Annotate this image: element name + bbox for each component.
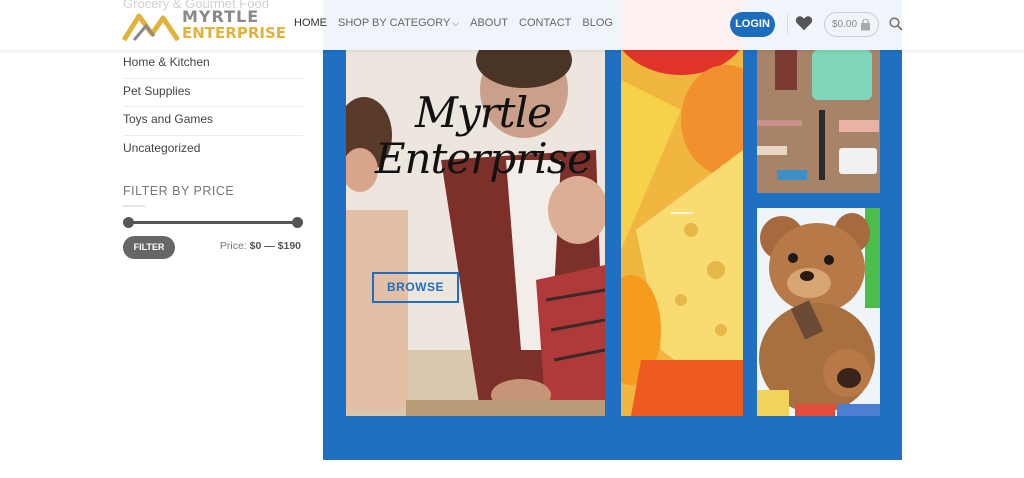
- browse-button[interactable]: BROWSE: [372, 272, 459, 303]
- price-range-label: Price: $0 — $190: [220, 240, 301, 252]
- sidebar-item-home-kitchen[interactable]: Home & Kitchen: [123, 50, 303, 79]
- cart-total: $0.00: [832, 19, 858, 30]
- shop-sidebar: Home & Kitchen Pet Supplies Toys and Gam…: [123, 50, 303, 260]
- sidebar-item-pet-supplies[interactable]: Pet Supplies: [123, 79, 303, 107]
- main-nav: HOME SHOP BY CATEGORY ⌵ ABOUT CONTACT BLO…: [294, 17, 613, 29]
- search-icon[interactable]: [889, 17, 903, 31]
- nav-contact[interactable]: CONTACT: [519, 17, 571, 29]
- hero-banner: Myrtle Enterprise BROWSE: [323, 0, 902, 460]
- food-cheese-image: [621, 0, 743, 416]
- nav-blog[interactable]: BLOG: [582, 17, 613, 29]
- logo-line-1: MYRTLE: [182, 7, 260, 26]
- slider-min-handle[interactable]: [123, 217, 134, 228]
- teddy-bear-image: [757, 208, 880, 416]
- wishlist-heart-icon[interactable]: [795, 15, 813, 31]
- filter-by-price-heading: FILTER BY PRICE: [123, 184, 235, 198]
- cosmetics-image: [757, 50, 880, 193]
- hero-title-line-1: Myrtle: [415, 88, 552, 137]
- sidebar-item-grocery-faded[interactable]: Grocery & Gourmet Food: [123, 0, 269, 11]
- nav-shop-by-category[interactable]: SHOP BY CATEGORY ⌵: [338, 17, 459, 29]
- hero-title: Myrtle Enterprise: [363, 90, 603, 182]
- header-divider: [787, 14, 788, 34]
- nav-shop-label: SHOP BY CATEGORY: [338, 17, 451, 29]
- filter-row: FILTER Price: $0 — $190: [123, 236, 303, 260]
- chevron-down-icon: ⌵: [452, 18, 460, 28]
- logo-line-2: ENTERPRISE: [182, 24, 287, 42]
- slider-track: [127, 221, 299, 224]
- logo-wordmark: MYRTLE ENTERPRISE: [182, 7, 287, 42]
- hero-title-line-2: Enterprise: [374, 134, 592, 183]
- mountain-logo-icon: [122, 13, 180, 42]
- filter-button[interactable]: FILTER: [123, 236, 175, 259]
- slider-max-handle[interactable]: [292, 217, 303, 228]
- heading-underline: [123, 205, 145, 207]
- sidebar-item-toys-games[interactable]: Toys and Games: [123, 107, 303, 136]
- cart-button[interactable]: $0.00: [824, 12, 879, 37]
- shopping-bag-icon: [861, 19, 870, 31]
- price-range-value: $0 — $190: [249, 240, 301, 252]
- price-range-slider[interactable]: [123, 217, 303, 229]
- login-button[interactable]: LOGIN: [730, 12, 775, 37]
- site-logo[interactable]: MYRTLE ENTERPRISE: [122, 8, 286, 44]
- sidebar-item-uncategorized[interactable]: Uncategorized: [123, 136, 303, 165]
- nav-about[interactable]: ABOUT: [470, 17, 508, 29]
- price-prefix: Price:: [219, 240, 247, 252]
- nav-home[interactable]: HOME: [294, 17, 327, 29]
